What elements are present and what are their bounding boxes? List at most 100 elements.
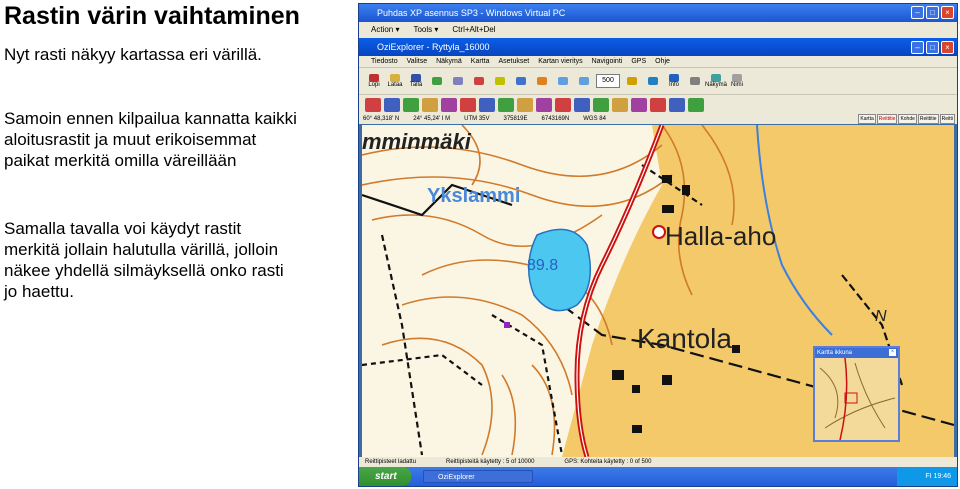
menu-valitse[interactable]: Valitse [407, 56, 428, 67]
ozi-title-text: OziExplorer - Ryttyla_16000 [377, 42, 490, 52]
grid-icon[interactable] [449, 72, 467, 90]
coord-button-reittitie-2[interactable]: Reittitie [917, 114, 939, 124]
event-icon[interactable] [533, 72, 551, 90]
nav-icon-17[interactable] [669, 97, 685, 112]
maximize-icon[interactable]: □ [926, 6, 939, 19]
taskbar-item-ozi[interactable]: OziExplorer [423, 470, 533, 483]
map-label-mminmaki: mminmäki [362, 129, 471, 154]
datum-readout: WGS 84 [583, 116, 606, 122]
track-icon[interactable] [491, 72, 509, 90]
virtual-pc-window: Puhdas XP asennus SP3 - Windows Virtual … [358, 3, 958, 487]
longitude-readout: 24° 45,24' I M [413, 116, 451, 122]
overview-map-window[interactable]: Kartta ikkuna × [813, 346, 900, 442]
overview-close-icon[interactable]: × [889, 349, 896, 356]
nav-icon-13[interactable] [593, 97, 609, 112]
slide-title: Rastin värin vaihtaminen [4, 2, 300, 30]
status-waypoints-loaded: Reittipisteet ladattu [365, 459, 417, 465]
vm-menu-tools[interactable]: Tools ▾ [413, 22, 438, 38]
overview-map-graphics [815, 357, 898, 441]
vm-title-text: Puhdas XP asennus SP3 - Windows Virtual … [377, 8, 566, 18]
save-button[interactable]: Tallä [407, 72, 425, 90]
map-label-north: N [875, 308, 887, 325]
ozi-minimize-icon[interactable]: – [911, 41, 924, 54]
nav-icon-1[interactable] [365, 97, 381, 112]
ozi-menubar: Tiedosto Valitse Näkymä Kartta Asetukset… [359, 56, 957, 67]
menu-asetukset[interactable]: Asetukset [498, 56, 529, 67]
zoom-in-icon[interactable] [554, 72, 572, 90]
menu-nakyma[interactable]: Näkymä [436, 56, 462, 67]
overview-map-titlebar[interactable]: Kartta ikkuna × [815, 348, 898, 358]
nav-icon-2[interactable] [384, 97, 400, 112]
control-point-icon[interactable] [652, 225, 666, 239]
taskbar: start OziExplorer FI 19:46 [359, 467, 957, 486]
nav-icon-12[interactable] [574, 97, 590, 112]
menu-tiedosto[interactable]: Tiedosto [371, 56, 398, 67]
nav-icon-14[interactable] [612, 97, 628, 112]
close-icon[interactable]: × [941, 6, 954, 19]
zoom-out-icon[interactable] [575, 72, 593, 90]
tools-icon[interactable] [686, 72, 704, 90]
coord-button-kohde[interactable]: Kohde [898, 114, 917, 124]
status-bar: Reittipisteet ladattu Reittipisteitä käy… [359, 457, 957, 467]
nav-icon-3[interactable] [403, 97, 419, 112]
status-waypoints-used: Reittipisteitä käytetty : 5 of 10000 [446, 459, 535, 465]
ozi-close-icon[interactable]: × [941, 41, 954, 54]
coordinate-buttons: Kartta Reittitie Kohde Reittitie Reitti [858, 114, 955, 124]
menu-gps[interactable]: GPS [631, 56, 646, 67]
coord-button-reitti[interactable]: Reitti [939, 114, 955, 124]
exit-button[interactable]: Lopi [365, 72, 383, 90]
nav-icon-18[interactable] [688, 97, 704, 112]
coord-button-reittitie[interactable]: Reittitie [876, 114, 898, 124]
system-tray-clock: FI 19:46 [897, 467, 957, 486]
nav-icon-11[interactable] [555, 97, 571, 112]
purple-waypoint-icon[interactable] [504, 322, 510, 328]
minimize-icon[interactable]: – [911, 6, 924, 19]
nav-icon-7[interactable] [479, 97, 495, 112]
toolbar-main: Lopi Lataa Tallä 500 Info Näkymä Nimi [359, 67, 957, 94]
compass-icon[interactable] [644, 72, 662, 90]
menu-kartan-vieritys[interactable]: Kartan vieritys [538, 56, 582, 67]
route-icon[interactable] [512, 72, 530, 90]
load-button[interactable]: Lataa [386, 72, 404, 90]
zoom-select[interactable]: 500 [596, 74, 620, 88]
waypoint-icon[interactable] [470, 72, 488, 90]
vm-menubar: Action ▾ Tools ▾ Ctrl+Alt+Del [359, 22, 957, 38]
nav-icon-9[interactable] [517, 97, 533, 112]
map-canvas[interactable]: mminmäki Ykslammi 89.8 Halla-aho Kantola… [362, 125, 954, 457]
map-label-halla-aho: Halla-aho [665, 221, 777, 251]
start-button[interactable]: start [359, 467, 411, 486]
slide-paragraph-3: Samalla tavalla voi käydyt rastit merkit… [4, 219, 284, 301]
nav-icon-10[interactable] [536, 97, 552, 112]
menu-ohje[interactable]: Ohje [655, 56, 670, 67]
northing-readout: 6743169N [541, 116, 570, 122]
map-icon[interactable] [428, 72, 446, 90]
vm-menu-action[interactable]: Action ▾ [371, 22, 399, 38]
nav-icon-16[interactable] [650, 97, 666, 112]
map-label-kantola: Kantola [637, 323, 732, 354]
nav-icon-8[interactable] [498, 97, 514, 112]
lock-icon[interactable] [623, 72, 641, 90]
nav-icon-4[interactable] [422, 97, 438, 112]
menu-navigointi[interactable]: Navigointi [592, 56, 623, 67]
coord-button-kartta[interactable]: Kartta [858, 114, 876, 124]
ozi-titlebar[interactable]: OziExplorer - Ryttyla_16000 – □ × [359, 38, 957, 56]
utm-zone: UTM 35V [464, 116, 490, 122]
nav-icon-6[interactable] [460, 97, 476, 112]
menu-kartta[interactable]: Kartta [471, 56, 490, 67]
vm-menu-ctrl-alt-del[interactable]: Ctrl+Alt+Del [452, 22, 495, 38]
nav-icon-15[interactable] [631, 97, 647, 112]
easting-readout: 375819E [503, 116, 528, 122]
slide-paragraph-2: Samoin ennen kilpailua kannatta kaikki a… [4, 109, 297, 170]
toolbar-secondary [359, 94, 957, 114]
vm-titlebar[interactable]: Puhdas XP asennus SP3 - Windows Virtual … [359, 4, 957, 22]
view-button[interactable]: Näkymä [705, 72, 727, 90]
latitude-readout: 60° 48,318' N [363, 116, 400, 122]
map-label-ykslammi: Ykslammi [427, 185, 521, 207]
map-label-elevation: 89.8 [527, 257, 559, 274]
nav-icon-5[interactable] [441, 97, 457, 112]
name-button[interactable]: Nimi [728, 72, 746, 90]
ozi-maximize-icon[interactable]: □ [926, 41, 939, 54]
overview-map-title: Kartta ikkuna [817, 350, 853, 356]
info-button[interactable]: Info [665, 72, 683, 90]
status-gps-targets: GPS: Kohteita käytetty : 0 of 500 [564, 459, 652, 465]
